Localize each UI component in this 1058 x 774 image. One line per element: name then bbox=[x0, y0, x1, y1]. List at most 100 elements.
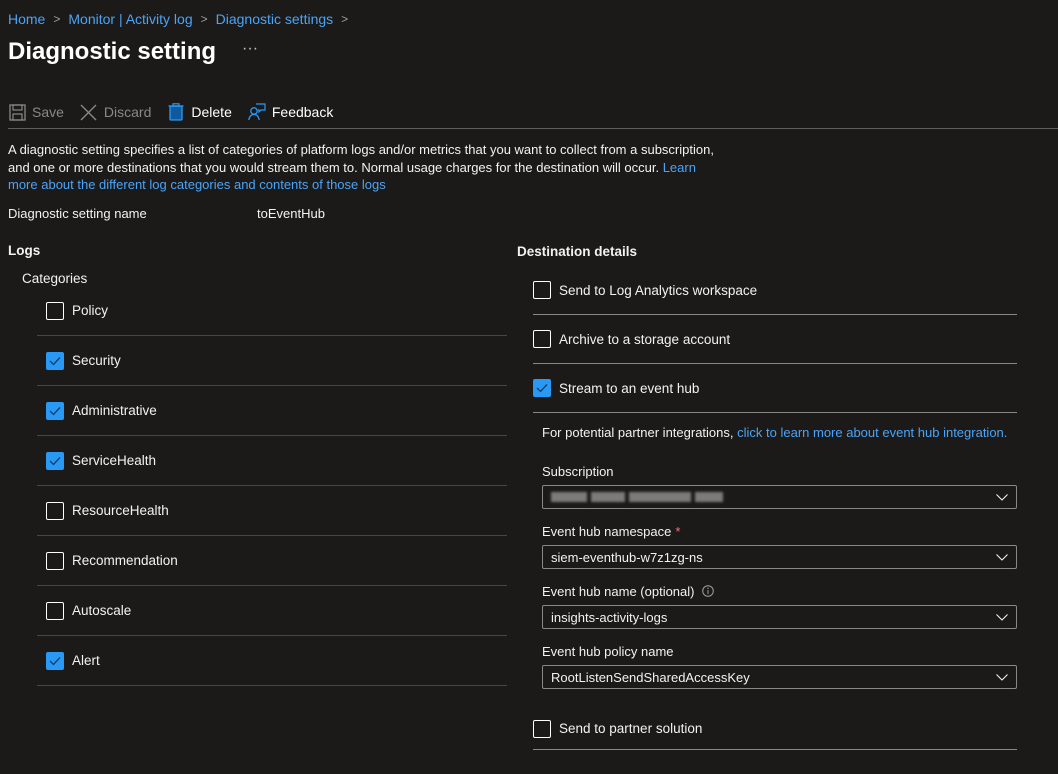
checkbox[interactable] bbox=[533, 281, 551, 299]
category-label: Alert bbox=[72, 653, 100, 668]
hub-name-dropdown[interactable]: insights-activity-logs bbox=[542, 605, 1017, 629]
checkbox[interactable] bbox=[46, 651, 64, 670]
subscription-dropdown[interactable] bbox=[542, 485, 1017, 509]
checkbox[interactable] bbox=[46, 551, 64, 570]
policy-field: Event hub policy name RootListenSendShar… bbox=[542, 643, 1017, 689]
category-label: ResourceHealth bbox=[72, 503, 169, 518]
save-label: Save bbox=[32, 104, 64, 120]
checkbox[interactable] bbox=[46, 351, 64, 370]
setting-name-row: Diagnostic setting name toEventHub bbox=[8, 206, 325, 221]
checkbox[interactable] bbox=[46, 501, 64, 520]
save-icon bbox=[8, 103, 26, 121]
namespace-value: siem-eventhub-w7z1zg-ns bbox=[551, 549, 703, 565]
policy-label: Event hub policy name bbox=[542, 643, 674, 659]
category-label: Policy bbox=[72, 303, 109, 318]
checkbox[interactable] bbox=[46, 401, 64, 420]
namespace-dropdown[interactable]: siem-eventhub-w7z1zg-ns bbox=[542, 545, 1017, 569]
trash-icon bbox=[167, 103, 185, 121]
dest-log-analytics[interactable]: Send to Log Analytics workspace bbox=[533, 266, 1017, 315]
category-label: Recommendation bbox=[72, 553, 178, 568]
destination-heading: Destination details bbox=[517, 244, 638, 259]
hub-name-field: Event hub name (optional) insights-activ… bbox=[542, 583, 1017, 629]
subscription-label: Subscription bbox=[542, 463, 614, 479]
checkmark-icon bbox=[49, 406, 61, 415]
toolbar-divider bbox=[8, 128, 1058, 129]
breadcrumb-monitor-activity-log[interactable]: Monitor | Activity log bbox=[68, 11, 192, 27]
delete-button[interactable]: Delete bbox=[167, 103, 232, 121]
discard-label: Discard bbox=[103, 104, 152, 120]
feedback-button[interactable]: Feedback bbox=[248, 103, 333, 121]
chevron-down-icon bbox=[996, 553, 1008, 561]
hub-name-label: Event hub name (optional) bbox=[542, 583, 1017, 599]
setting-name-value: toEventHub bbox=[257, 206, 325, 221]
chevron-down-icon bbox=[996, 493, 1008, 501]
close-icon bbox=[80, 103, 98, 121]
checkmark-icon bbox=[536, 384, 548, 393]
log-categories-list: Policy Security Administrative ServiceHe… bbox=[37, 286, 507, 686]
info-icon[interactable] bbox=[702, 585, 715, 597]
breadcrumb-home[interactable]: Home bbox=[8, 11, 45, 27]
title-row: Diagnostic setting ··· bbox=[8, 38, 258, 66]
event-hub-integration-link[interactable]: click to learn more about event hub inte… bbox=[737, 425, 1007, 440]
categories-label: Categories bbox=[22, 271, 88, 286]
save-button[interactable]: Save bbox=[8, 103, 64, 121]
dest-label: Send to Log Analytics workspace bbox=[559, 282, 758, 298]
discard-button[interactable]: Discard bbox=[80, 103, 151, 121]
breadcrumb: Home > Monitor | Activity log > Diagnost… bbox=[8, 11, 356, 27]
chevron-right-icon: > bbox=[341, 12, 349, 26]
namespace-field: Event hub namespace * siem-eventhub-w7z1… bbox=[542, 523, 1017, 569]
dest-partner-solution[interactable]: Send to partner solution bbox=[533, 708, 1017, 750]
logs-heading: Logs bbox=[8, 243, 41, 258]
feedback-label: Feedback bbox=[271, 104, 334, 120]
page-title: Diagnostic setting bbox=[8, 38, 217, 65]
checkbox[interactable] bbox=[46, 601, 64, 620]
required-indicator: * bbox=[675, 523, 681, 539]
namespace-label: Event hub namespace * bbox=[542, 523, 1017, 539]
partner-text: For potential partner integrations, bbox=[542, 425, 734, 440]
checkmark-icon bbox=[49, 356, 61, 365]
event-hub-settings: For potential partner integrations, clic… bbox=[542, 425, 1017, 689]
description: A diagnostic setting specifies a list of… bbox=[8, 141, 718, 194]
checkbox[interactable] bbox=[46, 451, 64, 470]
category-label: Administrative bbox=[72, 403, 157, 418]
category-autoscale[interactable]: Autoscale bbox=[37, 586, 507, 636]
checkbox[interactable] bbox=[533, 719, 551, 738]
hub-name-value: insights-activity-logs bbox=[551, 609, 668, 625]
dest-storage-account[interactable]: Archive to a storage account bbox=[533, 315, 1017, 364]
description-text: A diagnostic setting specifies a list of… bbox=[8, 142, 714, 175]
subscription-field: Subscription bbox=[542, 463, 1017, 509]
checkbox[interactable] bbox=[533, 330, 551, 348]
category-servicehealth[interactable]: ServiceHealth bbox=[37, 436, 507, 486]
checkmark-icon bbox=[49, 656, 61, 665]
dest-label: Archive to a storage account bbox=[559, 331, 731, 347]
diagnostic-setting-page: Home > Monitor | Activity log > Diagnost… bbox=[0, 0, 1058, 774]
category-policy[interactable]: Policy bbox=[37, 286, 507, 336]
namespace-label-text: Event hub namespace bbox=[542, 523, 672, 539]
feedback-icon bbox=[248, 103, 266, 121]
command-bar: Save Discard Delete Feedback bbox=[8, 100, 349, 124]
breadcrumb-diagnostic-settings[interactable]: Diagnostic settings bbox=[216, 11, 334, 27]
chevron-down-icon bbox=[996, 673, 1008, 681]
category-recommendation[interactable]: Recommendation bbox=[37, 536, 507, 586]
more-options-button[interactable]: ··· bbox=[242, 40, 258, 58]
category-label: Autoscale bbox=[72, 603, 132, 618]
chevron-right-icon: > bbox=[200, 12, 208, 26]
dest-label: Send to partner solution bbox=[559, 721, 703, 736]
category-alert[interactable]: Alert bbox=[37, 636, 507, 686]
partner-integration-note: For potential partner integrations, clic… bbox=[542, 425, 1017, 440]
policy-dropdown[interactable]: RootListenSendSharedAccessKey bbox=[542, 665, 1017, 689]
setting-name-label: Diagnostic setting name bbox=[8, 206, 147, 221]
checkbox[interactable] bbox=[533, 379, 551, 397]
category-security[interactable]: Security bbox=[37, 336, 507, 386]
category-administrative[interactable]: Administrative bbox=[37, 386, 507, 436]
dest-label: Stream to an event hub bbox=[559, 380, 700, 396]
category-label: Security bbox=[72, 353, 121, 368]
checkbox[interactable] bbox=[46, 301, 64, 320]
category-resourcehealth[interactable]: ResourceHealth bbox=[37, 486, 507, 536]
subscription-value-redacted bbox=[551, 492, 723, 502]
policy-value: RootListenSendSharedAccessKey bbox=[551, 669, 750, 685]
checkmark-icon bbox=[49, 456, 61, 465]
category-label: ServiceHealth bbox=[72, 453, 157, 468]
dest-event-hub[interactable]: Stream to an event hub bbox=[533, 364, 1017, 413]
delete-label: Delete bbox=[191, 104, 232, 120]
